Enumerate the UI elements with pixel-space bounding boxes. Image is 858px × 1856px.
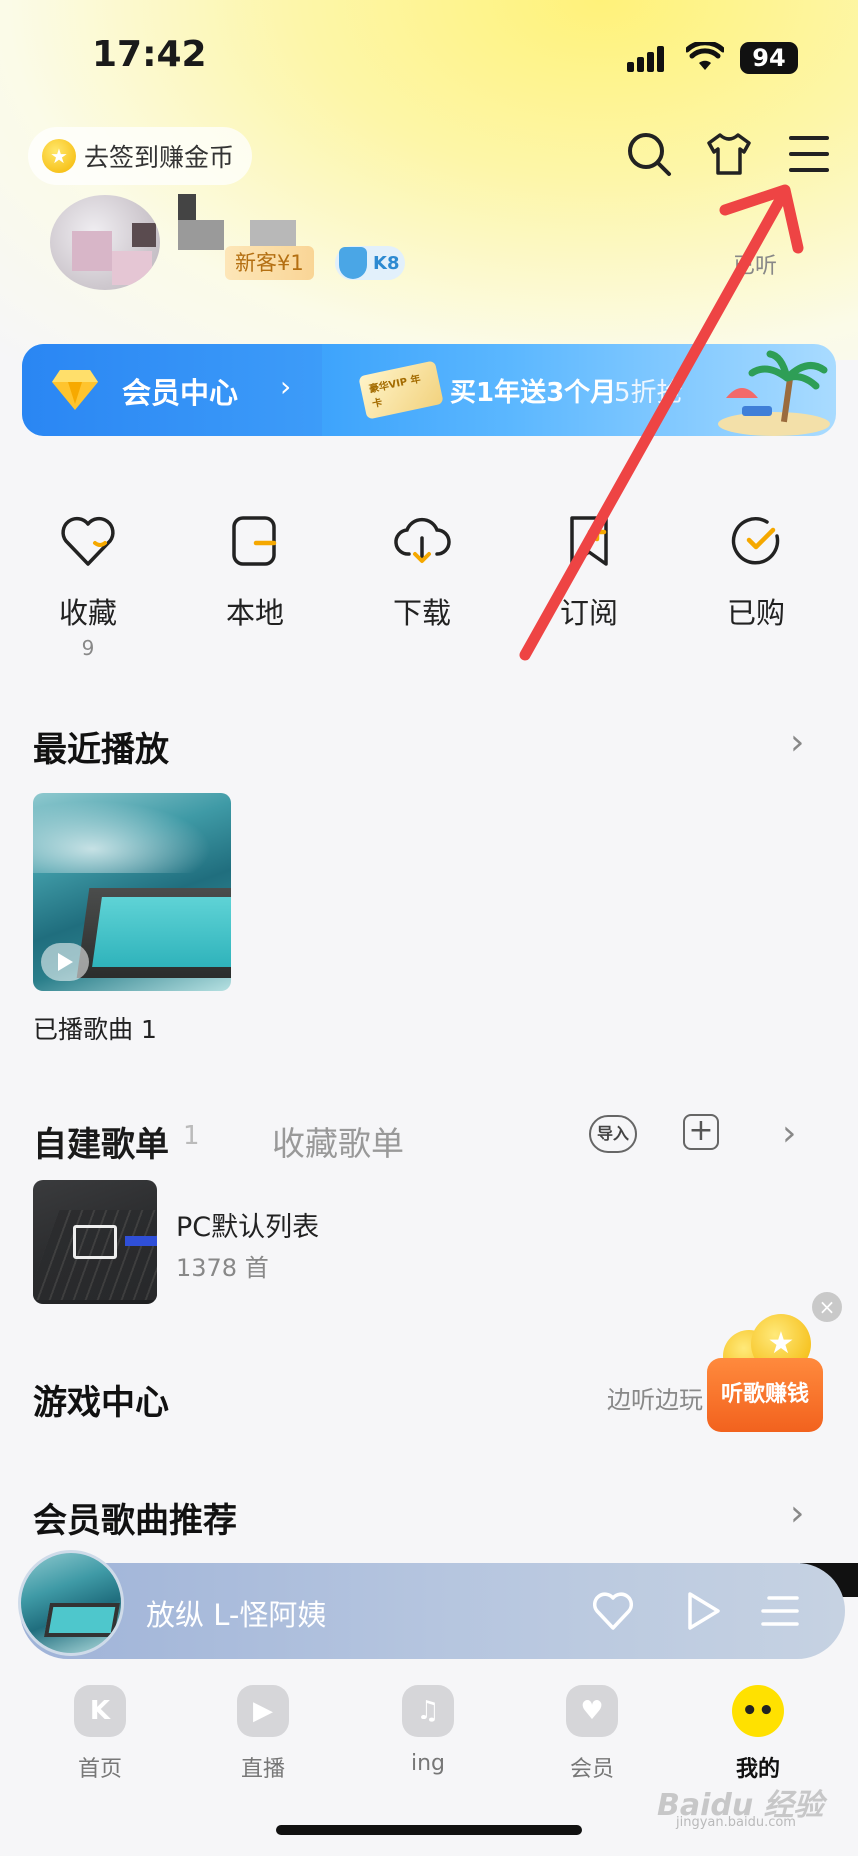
subscribe-bookmark-icon (570, 516, 608, 566)
nav-vip-label: 会员 (569, 1757, 614, 1782)
home-indicator[interactable] (276, 1825, 582, 1835)
nav-ing-label: ing (410, 1751, 446, 1776)
local-music-icon (232, 516, 277, 566)
add-playlist-button[interactable]: + (683, 1114, 719, 1150)
import-button[interactable]: 导入 (589, 1115, 637, 1153)
playlist-name[interactable]: PC默认列表 (176, 1205, 319, 1244)
diamond-icon (52, 370, 98, 410)
level-shield-icon (339, 247, 367, 279)
vip-songs-chevron-icon[interactable]: › (790, 1493, 804, 1534)
sign-in-button[interactable]: ★ 去签到赚金币 (28, 127, 252, 185)
player-song-title[interactable]: 放纵 L-怪阿姨 (146, 1592, 326, 1634)
download-cloud-icon (394, 517, 451, 563)
quick-action-local[interactable]: 本地 (200, 510, 310, 632)
quick-action-subscribe[interactable]: 订阅 (534, 510, 644, 632)
earn-money-badge[interactable]: ★ 听歌赚钱 (707, 1310, 825, 1440)
favorites-count: 9 (81, 636, 95, 660)
player-album-art[interactable] (18, 1550, 124, 1656)
vip-promo-text: 买1年送3个月 (450, 378, 617, 408)
close-icon[interactable]: × (812, 1292, 842, 1322)
cellular-signal-icon (627, 46, 671, 72)
skin-shirt-icon[interactable] (705, 130, 753, 178)
vip-songs-title[interactable]: 会员歌曲推荐 (33, 1493, 237, 1542)
vip-center-label: 会员中心 (122, 376, 239, 410)
search-icon[interactable] (625, 130, 673, 178)
chevron-right-icon: › (280, 370, 292, 403)
headphones-icon: ♫ (402, 1685, 454, 1737)
live-video-icon: ▶ (237, 1685, 289, 1737)
recent-more-chevron-icon[interactable]: › (790, 722, 804, 763)
created-playlists-count: 1 (183, 1121, 200, 1151)
download-label: 下载 (392, 596, 451, 630)
nav-mine[interactable]: •• 我的 (703, 1685, 813, 1783)
level-label: K8 (373, 252, 400, 274)
earn-money-label: 听歌赚钱 (707, 1358, 823, 1432)
avatar[interactable] (50, 195, 160, 290)
nav-live[interactable]: ▶ 直播 (208, 1685, 318, 1783)
tab-created-playlists[interactable]: 自建歌单 (33, 1117, 169, 1166)
menu-icon[interactable] (785, 130, 833, 178)
mine-face-icon: •• (732, 1685, 784, 1737)
playlists-more-chevron-icon[interactable]: › (782, 1113, 796, 1154)
island-illustration (718, 350, 830, 436)
nav-home[interactable]: K 首页 (45, 1685, 155, 1783)
vip-banner[interactable]: 会员中心 › 豪华VIP 年卡 买1年送3个月 5折抢 (22, 344, 836, 436)
watermark-url: jingyan.baidu.com (676, 1815, 796, 1830)
subscribe-label: 订阅 (559, 596, 618, 630)
purchased-label: 已购 (726, 596, 785, 630)
local-label: 本地 (225, 596, 284, 630)
vip-heart-icon: ♥ (566, 1685, 618, 1737)
nav-ing[interactable]: ♫ ing (373, 1685, 483, 1776)
favorites-label: 收藏 (58, 596, 117, 630)
recent-played-label[interactable]: 已播歌曲 1 (33, 1010, 157, 1046)
playlist-count: 1378 首 (176, 1254, 269, 1282)
status-time: 17:42 (92, 34, 207, 75)
vip-discount-text: 5折抢 (614, 378, 683, 408)
listened-stat[interactable]: 已听 (733, 248, 777, 280)
playlist-queue-icon[interactable] (757, 1588, 803, 1634)
username-blurred (178, 194, 298, 254)
recent-section-title[interactable]: 最近播放 (33, 722, 169, 771)
coin-icon: ★ (42, 139, 76, 173)
play-icon[interactable] (41, 943, 89, 981)
newbie-badge[interactable]: 新客¥1 (225, 246, 314, 280)
home-k-icon: K (74, 1685, 126, 1737)
pc-icon (73, 1225, 117, 1259)
nav-live-label: 直播 (240, 1757, 285, 1782)
vip-card-image: 豪华VIP 年卡 (358, 360, 444, 420)
recent-played-cover[interactable] (33, 793, 231, 991)
heart-icon[interactable] (590, 1588, 636, 1634)
quick-action-download[interactable]: 下载 (367, 510, 477, 632)
play-icon[interactable] (678, 1588, 724, 1634)
wifi-icon (686, 42, 724, 70)
quick-action-purchased[interactable]: 已购 (701, 510, 811, 632)
tab-collected-playlists[interactable]: 收藏歌单 (272, 1117, 404, 1165)
purchased-check-icon (731, 517, 780, 565)
nav-mine-label: 我的 (735, 1757, 780, 1782)
game-center-title[interactable]: 游戏中心 (33, 1375, 169, 1424)
playlist-cover[interactable] (33, 1180, 157, 1304)
battery-indicator: 94 (740, 42, 798, 74)
heart-icon (61, 516, 115, 566)
level-badge[interactable]: K8 (335, 246, 405, 280)
sign-in-label: 去签到赚金币 (84, 143, 235, 172)
game-center-subtitle[interactable]: 边听边玩 (607, 1380, 703, 1415)
quick-action-favorites[interactable]: 收藏 9 (33, 510, 143, 660)
nav-vip[interactable]: ♥ 会员 (537, 1685, 647, 1783)
nav-home-label: 首页 (77, 1757, 122, 1782)
